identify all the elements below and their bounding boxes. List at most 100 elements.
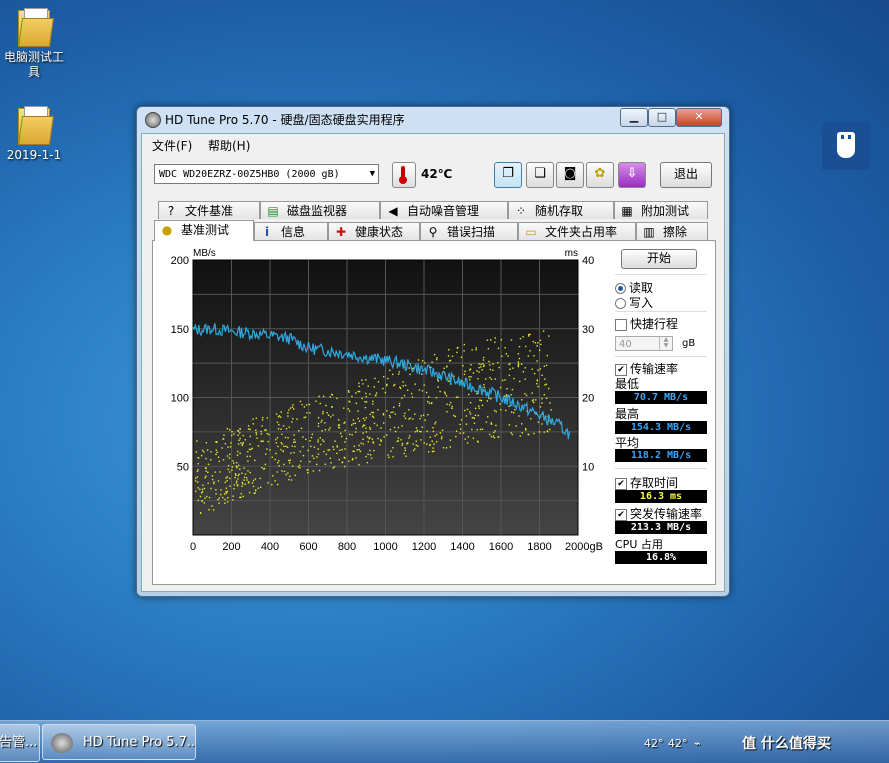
access-time-point	[502, 379, 504, 382]
desktop-icon-tools[interactable]: 电脑测试工具	[0, 6, 74, 80]
access-time-point	[400, 439, 402, 441]
tab-folder-usage[interactable]: ▭ 文件夹占用率	[518, 222, 636, 240]
tab-random-access[interactable]: ⁘ 随机存取	[508, 201, 614, 219]
maximize-button[interactable]: □	[648, 108, 676, 127]
access-time-point	[317, 453, 320, 455]
tray-temp-1[interactable]: 42°	[644, 737, 664, 750]
access-time-point	[508, 405, 510, 408]
folder-icon: ▭	[525, 225, 537, 239]
camera-icon: ◙	[563, 166, 577, 181]
access-time-point	[362, 417, 365, 420]
benchmark-icon: ●	[161, 223, 173, 237]
screenshot-button[interactable]: ◙	[556, 162, 584, 188]
access-time-point	[291, 465, 294, 467]
access-time-point	[447, 380, 450, 382]
access-time-point	[446, 366, 448, 368]
close-button[interactable]: ✕	[676, 108, 722, 127]
access-time-point	[300, 460, 302, 462]
access-time-point	[518, 345, 521, 348]
access-time-point	[237, 434, 239, 436]
access-time-point	[288, 462, 291, 464]
access-time-point	[281, 433, 283, 436]
tab-file-benchmark[interactable]: ? 文件基准	[158, 201, 260, 219]
short-stroke-input[interactable]: 40 ▲ ▼	[615, 336, 673, 351]
tab-health[interactable]: ✚ 健康状态	[328, 222, 420, 240]
access-time-point	[218, 460, 220, 463]
access-time-point	[362, 383, 364, 385]
tab-disk-monitor[interactable]: ▤ 磁盘监视器	[260, 201, 380, 219]
access-time-point	[464, 370, 466, 373]
minimize-button[interactable]: ▁	[620, 108, 648, 127]
usb-device-icon[interactable]	[822, 122, 870, 170]
access-time-point	[414, 383, 416, 385]
access-time-point	[249, 455, 251, 458]
access-time-point	[518, 380, 521, 383]
access-time-checkbox[interactable]: ✔ 存取时间	[615, 474, 678, 491]
y-right-axis-label: ms	[565, 248, 578, 259]
short-stroke-checkbox[interactable]: 快捷行程	[615, 315, 678, 332]
spinner-arrows-icon[interactable]: ▲ ▼	[659, 337, 672, 350]
access-time-point	[477, 414, 480, 417]
drive-select[interactable]: WDC WD20EZRZ-00Z5HB0 (2000 gB) ▼	[154, 164, 379, 184]
tab-extra-tests[interactable]: ▦ 附加测试	[614, 201, 708, 219]
access-time-point	[515, 425, 517, 427]
tab-info[interactable]: i 信息	[254, 222, 328, 240]
access-time-point	[235, 482, 238, 484]
menu-help[interactable]: 帮助(H)	[208, 137, 250, 154]
desktop-icon-2019[interactable]: 2019-1-1	[0, 104, 74, 162]
access-time-point	[345, 437, 348, 440]
title-bar[interactable]: HD Tune Pro 5.70 - 硬盘/固态硬盘实用程序 ▁ □ ✕	[137, 107, 729, 131]
save-button[interactable]: ⇩	[618, 162, 646, 188]
access-time-point	[456, 351, 458, 354]
access-time-point	[478, 366, 480, 369]
access-time-point	[375, 392, 378, 394]
access-time-point	[228, 429, 231, 431]
access-time-point	[420, 430, 422, 433]
tab-label: 磁盘监视器	[287, 204, 348, 218]
access-time-point	[203, 487, 206, 490]
short-stroke-value: 40	[619, 339, 632, 350]
exit-button[interactable]: 退出	[660, 162, 712, 188]
access-time-point	[241, 483, 244, 485]
access-time-point	[417, 445, 419, 447]
copy-text-button[interactable]: ❐	[494, 162, 522, 188]
access-time-point	[454, 415, 457, 418]
access-time-point	[199, 495, 202, 498]
access-time-point	[377, 381, 380, 383]
tab-error-scan[interactable]: ⚲ 错误扫描	[420, 222, 518, 240]
access-time-point	[238, 439, 240, 442]
options-button[interactable]: ✿	[586, 162, 614, 188]
taskbar-item-hdtune[interactable]: HD Tune Pro 5.7...	[42, 724, 196, 760]
access-time-point	[248, 448, 251, 451]
tab-benchmark[interactable]: ● 基准测试	[154, 220, 254, 241]
taskbar-item-left[interactable]: 告管...	[0, 724, 40, 762]
access-time-point	[239, 432, 241, 434]
access-time-point	[521, 432, 523, 434]
access-time-point	[201, 492, 203, 494]
tray-temp-2[interactable]: 42°	[668, 737, 688, 750]
access-time-point	[536, 360, 538, 362]
burst-rate-checkbox[interactable]: ✔ 突发传输速率	[615, 505, 702, 522]
tray-icon-1[interactable]: ⌁	[694, 737, 701, 750]
menu-file[interactable]: 文件(F)	[152, 137, 192, 154]
access-time-point	[313, 446, 316, 448]
tab-label: 健康状态	[355, 225, 404, 239]
access-time-point	[362, 424, 365, 426]
access-time-point	[404, 449, 407, 452]
access-time-point	[249, 435, 252, 438]
access-time-point	[249, 428, 251, 431]
access-time-point	[434, 423, 436, 425]
access-time-point	[334, 440, 336, 442]
tab-aam[interactable]: ◀ 自动噪音管理	[380, 201, 508, 219]
tab-erase[interactable]: ▥ 擦除	[636, 222, 708, 240]
access-time-point	[298, 464, 301, 467]
access-time-point	[433, 443, 435, 445]
start-button[interactable]: 开始	[621, 249, 697, 269]
access-time-point	[255, 417, 258, 419]
access-time-point	[343, 456, 345, 459]
trash-icon: ▥	[643, 225, 655, 239]
copy-all-button[interactable]: ❏	[526, 162, 554, 188]
access-time-point	[204, 467, 207, 469]
access-time-point	[392, 455, 394, 458]
write-radio[interactable]: 写入	[615, 294, 653, 311]
